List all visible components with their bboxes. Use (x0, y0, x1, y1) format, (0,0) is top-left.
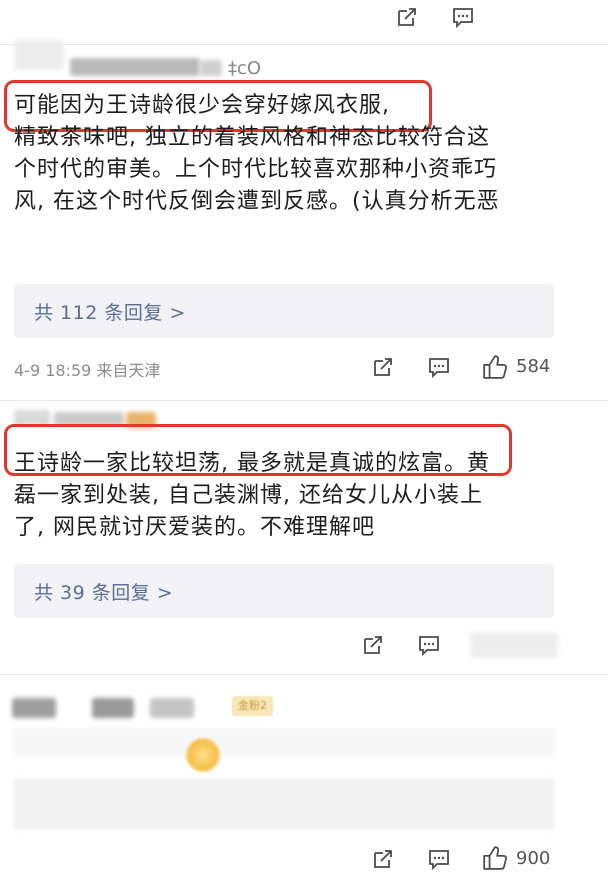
divider (0, 400, 608, 401)
replies-label: 共 39 条回复 > (34, 582, 174, 604)
avatar[interactable] (12, 698, 56, 718)
comment-icon[interactable] (428, 848, 450, 870)
fan-badge: 金粉2 (232, 696, 273, 716)
username[interactable] (150, 698, 194, 718)
comment-icon[interactable] (452, 6, 474, 28)
replies-label: 共 112 条回复 > (34, 302, 186, 324)
comment-icon[interactable] (418, 634, 440, 656)
comment-line: 了, 网民就讨厌爱装的。不难理解吧 (14, 515, 375, 540)
comment-text (14, 728, 554, 758)
like-count: 584 (516, 356, 551, 377)
emoji-icon (186, 738, 220, 772)
comment-line: 精致茶味吧, 独立的着装风格和神态比较符合这 (14, 125, 490, 150)
comment-icon[interactable] (428, 356, 450, 378)
replies-link[interactable]: 共 112 条回复 > (14, 284, 554, 338)
thumbs-up-icon[interactable] (482, 354, 508, 380)
share-icon[interactable] (362, 634, 384, 656)
comment-line: 个时代的审美。上个时代比较喜欢那种小资乖巧 (14, 157, 498, 182)
timestamp: 4-9 18:59 来自天津 (14, 361, 161, 380)
avatar[interactable] (14, 40, 64, 70)
comment-text: 可能因为王诗龄很少会穿好嫁风衣服, 精致茶味吧, 独立的着装风格和神态比较符合这… (14, 90, 574, 218)
share-icon[interactable] (372, 356, 394, 378)
comment-line: 风, 在这个时代反倒会遭到反感。(认真分析无恶 (14, 189, 500, 214)
like-area[interactable] (470, 632, 558, 658)
comment-line: 王诗龄一家比较坦荡, 最多就是真诚的炫富。黄 (14, 451, 490, 476)
like-count: 900 (516, 848, 551, 869)
share-icon[interactable] (372, 848, 394, 870)
username[interactable] (92, 698, 134, 718)
comment-line: 磊一家到处装, 自己装渊博, 还给女儿从小装上 (14, 483, 483, 508)
comment-line: 可能因为王诗龄很少会穿好嫁风衣服, (14, 93, 390, 118)
share-icon[interactable] (396, 6, 418, 28)
thumbs-up-icon[interactable] (482, 845, 508, 871)
divider (0, 674, 608, 675)
username-fragment: ‡cO (228, 58, 262, 79)
divider (0, 44, 608, 45)
username[interactable] (70, 58, 200, 76)
comment-text: 王诗龄一家比较坦荡, 最多就是真诚的炫富。黄 磊一家到处装, 自己装渊博, 还给… (14, 448, 574, 544)
replies-link[interactable]: 共 39 条回复 > (14, 564, 554, 618)
reply-preview[interactable] (14, 778, 554, 830)
user-badge (200, 60, 222, 76)
